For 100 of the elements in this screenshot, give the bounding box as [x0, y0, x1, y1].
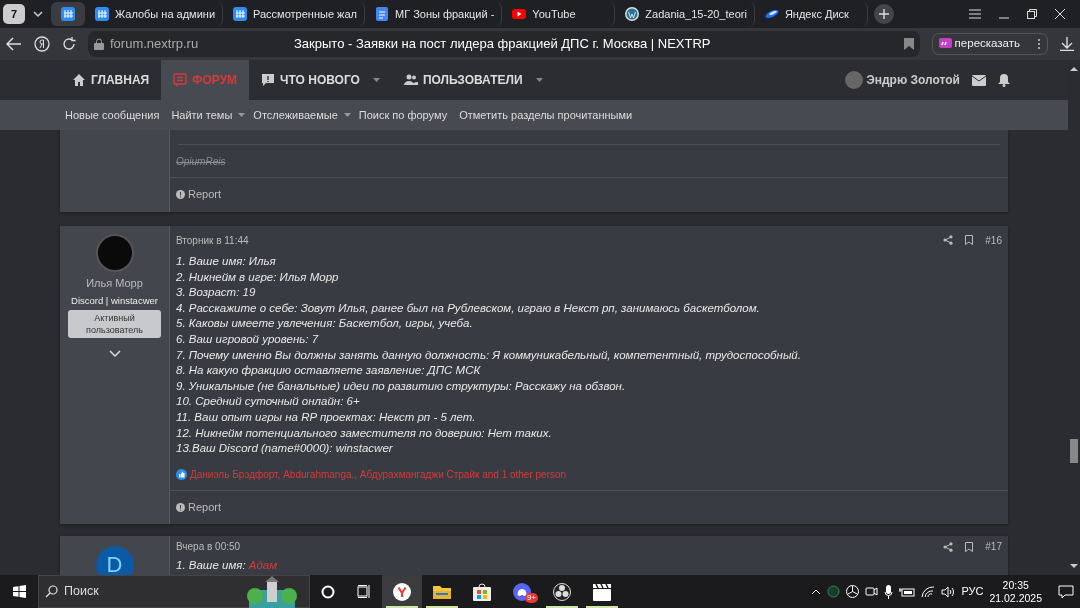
post-text-line: 1. Ваше имя: Илья [176, 254, 277, 269]
browser-tab[interactable]: Жалобы на админи [88, 2, 224, 26]
disk-logo-icon [764, 7, 779, 21]
avatar-photo [95, 234, 134, 272]
address-field[interactable]: forum.nextrp.ru Закрыто - Заявки на пост лидера фракцией ДПС г. Москва | NEXTRP [88, 31, 920, 57]
taskbar-app[interactable] [382, 575, 422, 608]
new-tab-button[interactable] [873, 4, 894, 24]
report-link[interactable]: Report [170, 177, 1008, 211]
clapperboard-icon [593, 582, 611, 601]
scroll-down-icon[interactable] [1070, 564, 1078, 569]
post-text-line: 2. Никнейм в игре: Илья Морр [176, 269, 340, 285]
bookmark-icon[interactable] [965, 235, 974, 245]
browser-tab[interactable]: YouTube [505, 2, 616, 26]
notification-badge: 9+ [524, 593, 538, 603]
post-text-line: 10. Средний суточный онлайн: 6+ [176, 394, 361, 410]
speaker-icon[interactable] [941, 585, 956, 598]
url-domain: forum.nextrp.ru [110, 35, 200, 54]
plus-icon [878, 9, 889, 19]
search-field[interactable]: Поиск [38, 575, 310, 608]
download-icon[interactable] [1060, 37, 1074, 51]
wordpress-logo-icon [625, 7, 640, 21]
browser-tab[interactable]: Zadania_15-20_teori [618, 2, 755, 26]
summarize-button[interactable]: пересказать [931, 33, 1048, 55]
scroll-up-icon[interactable] [1070, 66, 1078, 71]
post-text-line: 6. Ваш игровой уровень: 7 [176, 331, 320, 347]
post-text-line: 4. Расскажите о себе: Зовут Илья, ранее был на Рублевском, играю в Некст рп, занимаюсь баскетболом. [176, 300, 761, 316]
camera-icon[interactable] [865, 585, 879, 598]
info-icon [176, 190, 185, 199]
post-text-line: 9. Уникальные (не банальные) идеи по развитию структуры: Расскажу на обзвон. [176, 378, 627, 394]
shopping-bag-icon [473, 582, 491, 601]
post-text-line: 11. Ваш опыт игры на RP проектах: Некст рп - 5 лет. [176, 409, 477, 425]
close-icon[interactable] [1055, 9, 1065, 19]
browser-tab[interactable]: МГ Зоны фракций - [367, 2, 503, 26]
chat-icon [173, 73, 188, 87]
chevron-down-icon[interactable] [108, 349, 121, 358]
signature-text: OpiumReis [175, 154, 227, 169]
wifi-icon[interactable] [921, 585, 936, 598]
browser-tab[interactable] [51, 2, 85, 26]
menu-icon[interactable] [969, 9, 981, 19]
lock-icon [94, 38, 104, 50]
restore-icon[interactable] [1027, 9, 1037, 19]
tab-counter[interactable]: 7 [3, 4, 25, 24]
clock-time[interactable]: 20:35 [1002, 578, 1029, 592]
windows-logo-icon [12, 585, 26, 598]
nav-tab[interactable]: ЧТО НОВОГО [249, 60, 392, 100]
taskbar-app[interactable]: 9+ [502, 575, 542, 608]
share-icon[interactable] [943, 541, 954, 552]
subnav-link[interactable]: Найти темы [171, 106, 246, 124]
browser-tab[interactable]: Яндекс Диск [757, 2, 868, 26]
house-icon [72, 73, 86, 87]
post-date[interactable]: Вчера в 00:50 [176, 539, 241, 555]
caret-icon [535, 78, 543, 82]
user-role-badge: Активный пользователь [68, 309, 161, 338]
author-title: Discord | winstacwer [71, 293, 158, 308]
bookmark-icon[interactable] [965, 541, 974, 552]
browser-tab[interactable]: Рассмотренные жал [226, 2, 365, 26]
thumbs-up-icon [176, 468, 187, 480]
post-text-line: 1. Ваше имя: Адам [176, 557, 279, 573]
subnav-link[interactable]: Поиск по форуму [358, 106, 448, 124]
subnav-link[interactable]: Отслеживаемые [253, 106, 351, 124]
subnav-link[interactable]: Отметить разделы прочитанными [459, 106, 633, 124]
back-arrow-icon[interactable] [6, 37, 22, 51]
microphone-icon[interactable] [884, 584, 894, 599]
nav-tab[interactable]: ГЛАВНАЯ [60, 60, 162, 100]
author-name[interactable]: Илья Морр [86, 275, 143, 292]
aperture-icon[interactable] [846, 585, 860, 598]
nav-tab[interactable]: ПОЛЬЗОВАТЕЛИ [391, 60, 555, 100]
post-number-link[interactable]: #16 [985, 232, 1002, 248]
subnav-link[interactable]: Новые сообщения [65, 106, 160, 124]
user-menu[interactable]: Эндрю Золотой [845, 71, 960, 89]
reload-icon[interactable] [62, 37, 76, 51]
grid-logo-icon [95, 7, 109, 21]
clock-date[interactable]: 21.02.2025 [989, 591, 1042, 605]
search-icon [45, 585, 58, 598]
page-title: Закрыто - Заявки на пост лидера фракцией ДПС г. Москва | NEXTRP [294, 35, 712, 54]
circle-icon [321, 584, 335, 599]
quote-bubble-icon [938, 38, 952, 50]
post-number-link[interactable]: #17 [985, 539, 1002, 555]
task-view-icon [357, 585, 371, 598]
report-link[interactable]: Report [170, 489, 1008, 524]
yandex-logo-icon[interactable] [34, 36, 50, 52]
kebab-icon [1037, 38, 1041, 50]
post-text-line: 7. Почему именно Вы должны занять данную должность: Я коммуникабельный, компетентный, трудоспособный. [176, 347, 802, 363]
post-text-line: 8. На какую фракцию оставляете заявление: ДПС МСК [176, 363, 482, 379]
ring-icon[interactable] [827, 585, 841, 598]
bell-icon[interactable] [998, 73, 1010, 87]
notification-icon[interactable] [1058, 584, 1074, 599]
language-indicator[interactable]: РУС [961, 583, 984, 600]
scrollbar-thumb[interactable] [1070, 439, 1078, 463]
avatar-icon [845, 71, 864, 89]
mail-icon[interactable] [972, 74, 986, 86]
bookmark-icon[interactable] [903, 38, 914, 50]
post-date[interactable]: Вторник в 11:44 [176, 232, 249, 248]
speech-bubble-icon [261, 73, 276, 87]
chevron-up-icon[interactable] [811, 588, 822, 595]
caret-icon [372, 78, 380, 82]
share-icon[interactable] [943, 235, 954, 245]
document-icon [374, 7, 389, 21]
battery-icon[interactable] [899, 586, 916, 597]
post-text-line: 12. Никнейм потенциального заместителя по доверию: Нет таких. [176, 425, 553, 441]
